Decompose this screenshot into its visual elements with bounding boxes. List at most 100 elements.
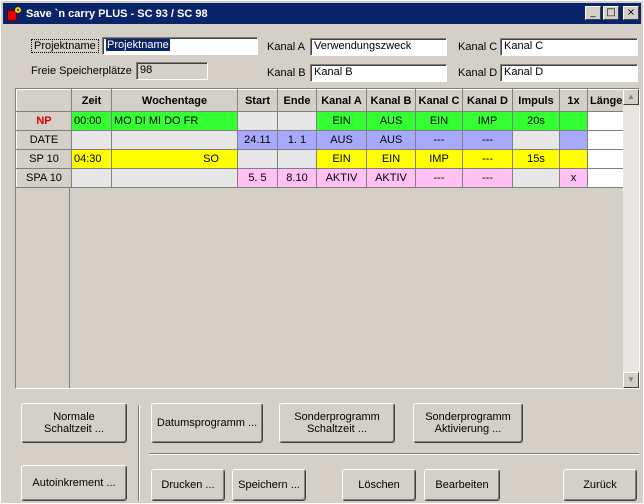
cell-laenge[interactable] bbox=[587, 111, 626, 131]
col-header-kanal-b[interactable]: Kanal B bbox=[366, 89, 416, 112]
app-icon bbox=[6, 6, 22, 22]
cell-wochentage[interactable]: MO DI MI DO FR bbox=[111, 111, 238, 131]
cell-start[interactable] bbox=[237, 111, 278, 131]
loeschen-button[interactable]: Löschen bbox=[342, 469, 416, 501]
col-header-zeit[interactable]: Zeit bbox=[71, 89, 112, 112]
col-header-wochentage[interactable]: Wochentage bbox=[111, 89, 238, 112]
row-header-sp10[interactable]: SP 10 bbox=[16, 149, 72, 169]
cell-kanal-d[interactable]: --- bbox=[462, 149, 513, 169]
kanal-b-label: Kanal B bbox=[267, 67, 306, 79]
speicher-label: Freie Speicherplätze bbox=[31, 65, 132, 77]
cell-kanal-a[interactable]: AKTIV bbox=[316, 168, 367, 188]
cell-1x[interactable] bbox=[559, 111, 588, 131]
cell-kanal-b[interactable]: AUS bbox=[366, 111, 416, 131]
speicher-field: 98 bbox=[136, 62, 208, 80]
cell-zeit[interactable]: 04:30 bbox=[71, 149, 112, 169]
cell-impuls[interactable]: 15s bbox=[512, 149, 560, 169]
cell-impuls[interactable] bbox=[512, 130, 560, 150]
corner-cell bbox=[16, 89, 72, 112]
cell-kanal-a[interactable]: EIN bbox=[316, 111, 367, 131]
normale-schaltzeit-button[interactable]: Normale Schaltzeit ... bbox=[21, 403, 127, 443]
cell-1x[interactable] bbox=[559, 130, 588, 150]
cell-zeit[interactable] bbox=[71, 168, 112, 188]
table-row[interactable]: SPA 10 5. 5 8.10 AKTIV AKTIV --- --- x bbox=[16, 168, 626, 188]
cell-wochentage[interactable]: SO bbox=[111, 149, 238, 169]
cell-1x[interactable] bbox=[559, 149, 588, 169]
bearbeiten-button[interactable]: Bearbeiten bbox=[424, 469, 500, 501]
cell-kanal-b[interactable]: AKTIV bbox=[366, 168, 416, 188]
cell-kanal-b[interactable]: EIN bbox=[366, 149, 416, 169]
cell-kanal-d[interactable]: IMP bbox=[462, 111, 513, 131]
drucken-button[interactable]: Drucken ... bbox=[151, 469, 225, 501]
cell-kanal-c[interactable]: --- bbox=[415, 168, 463, 188]
cell-kanal-a[interactable]: AUS bbox=[316, 130, 367, 150]
scroll-down-icon[interactable]: ▼ bbox=[623, 372, 639, 388]
cell-ende[interactable] bbox=[277, 149, 317, 169]
row-header-spa10[interactable]: SPA 10 bbox=[16, 168, 72, 188]
title-bar[interactable]: Save `n carry PLUS - SC 93 / SC 98 _ □ × bbox=[3, 3, 641, 24]
table-row[interactable]: DATE 24.11 1. 1 AUS AUS --- --- bbox=[16, 130, 626, 150]
cell-laenge[interactable] bbox=[587, 130, 626, 150]
speichern-button[interactable]: Speichern ... bbox=[232, 469, 306, 501]
vertical-scrollbar[interactable]: ▲ ▼ bbox=[623, 89, 639, 388]
cell-1x[interactable]: x bbox=[559, 168, 588, 188]
cell-kanal-c[interactable]: --- bbox=[415, 130, 463, 150]
separator-vertical bbox=[138, 405, 140, 501]
table-row[interactable]: NP 00:00 MO DI MI DO FR EIN AUS EIN IMP … bbox=[16, 111, 626, 131]
separator-horizontal bbox=[149, 453, 639, 455]
col-header-start[interactable]: Start bbox=[237, 89, 278, 112]
cell-kanal-d[interactable]: --- bbox=[462, 130, 513, 150]
cell-impuls[interactable]: 20s bbox=[512, 111, 560, 131]
header-row: Zeit Wochentage Start Ende Kanal A Kanal… bbox=[16, 89, 626, 112]
autoinkrement-button[interactable]: Autoinkrement ... bbox=[21, 465, 127, 501]
zurueck-button[interactable]: Zurück bbox=[563, 469, 637, 501]
cell-kanal-d[interactable]: --- bbox=[462, 168, 513, 188]
cell-kanal-b[interactable]: AUS bbox=[366, 130, 416, 150]
kanal-c-input[interactable]: Kanal C bbox=[500, 38, 638, 56]
cell-start[interactable]: 24.11 bbox=[237, 130, 278, 150]
minimize-button[interactable]: _ bbox=[585, 6, 601, 20]
col-header-impuls[interactable]: Impuls bbox=[512, 89, 560, 112]
cell-wochentage[interactable] bbox=[111, 130, 238, 150]
cell-kanal-c[interactable]: IMP bbox=[415, 149, 463, 169]
cell-zeit[interactable] bbox=[71, 130, 112, 150]
datumsprogramm-button[interactable]: Datumsprogramm ... bbox=[151, 403, 263, 443]
col-header-laenge[interactable]: Länge bbox=[586, 89, 626, 112]
kanal-d-label: Kanal D bbox=[458, 67, 498, 79]
cell-start[interactable] bbox=[237, 149, 278, 169]
table-row[interactable]: SP 10 04:30 SO EIN EIN IMP --- 15s bbox=[16, 149, 626, 169]
cell-start[interactable]: 5. 5 bbox=[237, 168, 278, 188]
maximize-button[interactable]: □ bbox=[603, 6, 619, 20]
projektname-value: Projektname bbox=[106, 39, 170, 51]
col-header-kanal-c[interactable]: Kanal C bbox=[415, 89, 463, 112]
sonderprogramm-aktivierung-button[interactable]: Sonderprogramm Aktivierung ... bbox=[413, 403, 523, 443]
cell-ende[interactable] bbox=[277, 111, 317, 131]
window-title: Save `n carry PLUS - SC 93 / SC 98 bbox=[26, 7, 208, 20]
cell-wochentage[interactable] bbox=[111, 168, 238, 188]
main-window: Save `n carry PLUS - SC 93 / SC 98 _ □ ×… bbox=[0, 0, 644, 504]
col-header-ende[interactable]: Ende bbox=[277, 89, 317, 112]
col-header-1x[interactable]: 1x bbox=[559, 89, 588, 112]
col-header-kanal-d[interactable]: Kanal D bbox=[462, 89, 513, 112]
cell-impuls[interactable] bbox=[512, 168, 560, 188]
cell-kanal-a[interactable]: EIN bbox=[316, 149, 367, 169]
projektname-input[interactable]: Projektname bbox=[102, 37, 258, 55]
cell-laenge[interactable] bbox=[587, 149, 626, 169]
col-header-kanal-a[interactable]: Kanal A bbox=[316, 89, 367, 112]
scroll-up-icon[interactable]: ▲ bbox=[623, 89, 639, 105]
program-grid[interactable]: Zeit Wochentage Start Ende Kanal A Kanal… bbox=[15, 88, 640, 389]
sonderprogramm-schaltzeit-button[interactable]: Sonderprogramm Schaltzeit ... bbox=[279, 403, 395, 443]
kanal-b-input[interactable]: Kanal B bbox=[310, 64, 447, 82]
cell-laenge[interactable] bbox=[587, 168, 626, 188]
cell-ende[interactable]: 1. 1 bbox=[277, 130, 317, 150]
cell-ende[interactable]: 8.10 bbox=[277, 168, 317, 188]
close-button[interactable]: × bbox=[623, 6, 639, 20]
cell-zeit[interactable]: 00:00 bbox=[71, 111, 112, 131]
kanal-a-input[interactable]: Verwendungszweck bbox=[310, 38, 447, 56]
row-header-np[interactable]: NP bbox=[16, 111, 72, 131]
program-table: Zeit Wochentage Start Ende Kanal A Kanal… bbox=[16, 89, 626, 188]
row-header-date[interactable]: DATE bbox=[16, 130, 72, 150]
kanal-d-input[interactable]: Kanal D bbox=[500, 64, 638, 82]
kanal-c-label: Kanal C bbox=[458, 41, 498, 53]
cell-kanal-c[interactable]: EIN bbox=[415, 111, 463, 131]
